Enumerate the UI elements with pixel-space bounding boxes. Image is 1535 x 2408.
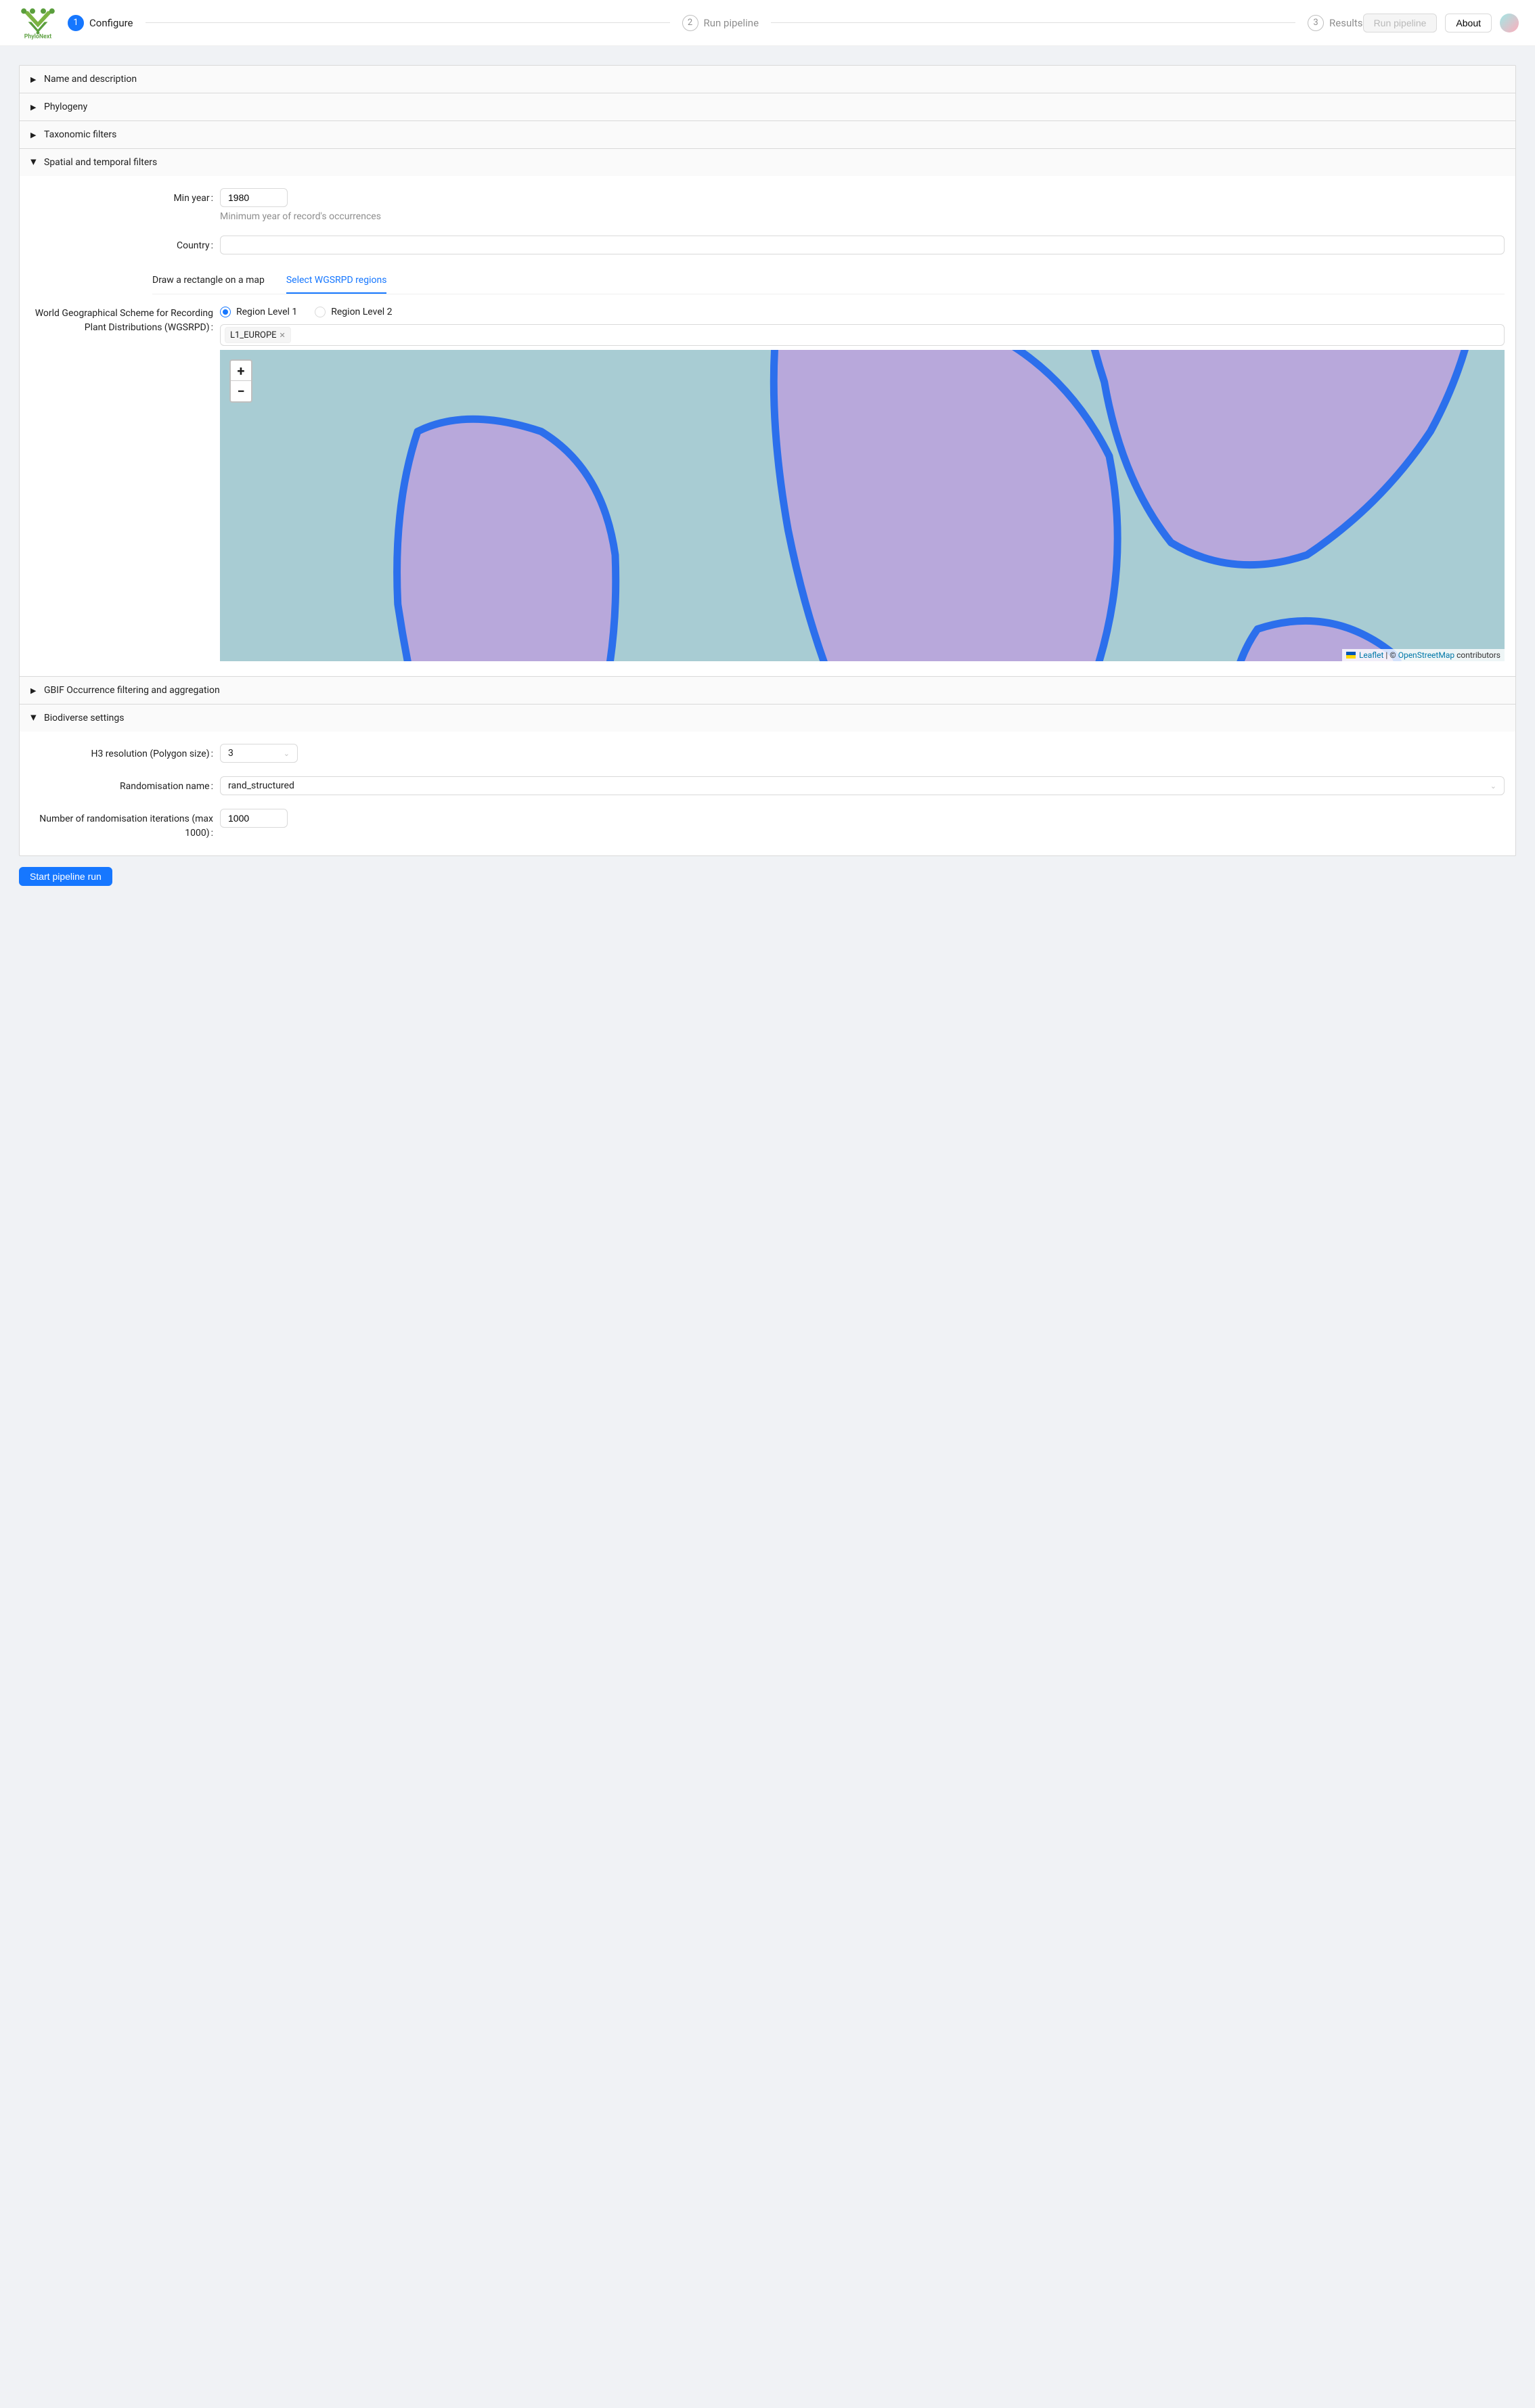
section-title: GBIF Occurrence filtering and aggregatio… [44, 685, 220, 696]
h3-resolution-select[interactable]: 3 ⌄ [220, 744, 298, 763]
step-title: Run pipeline [704, 17, 759, 29]
rand-name-label: Randomisation name [30, 776, 220, 794]
chevron-right-icon: ▶ [30, 75, 37, 84]
randomisation-name-select[interactable]: rand_structured ⌄ [220, 776, 1505, 795]
step-divider [771, 22, 1295, 23]
section-gbif: ▶ GBIF Occurrence filtering and aggregat… [20, 677, 1515, 705]
start-pipeline-button[interactable]: Start pipeline run [19, 867, 112, 886]
phylonext-logo-icon: PhyloNext [16, 6, 60, 40]
section-title: Phylogeny [44, 102, 87, 112]
map-attribution: Leaflet | © OpenStreetMap contributors [1342, 649, 1505, 661]
section-body: Min year Minimum year of record's occurr… [20, 176, 1515, 676]
section-biodiverse: ▶ Biodiverse settings H3 resolution (Pol… [20, 705, 1515, 855]
chevron-right-icon: ▶ [30, 686, 37, 695]
section-phylogeny: ▶ Phylogeny [20, 93, 1515, 121]
country-row: Country [30, 236, 1505, 254]
step-configure[interactable]: 1 Configure [68, 15, 133, 31]
min-year-input[interactable] [220, 188, 288, 207]
region-level-radio-group: Region Level 1 Region Level 2 [220, 307, 1505, 317]
section-taxonomic: ▶ Taxonomic filters [20, 121, 1515, 149]
chevron-down-icon: ▶ [30, 159, 39, 166]
map-svg [220, 350, 1505, 661]
config-panel: ▶ Name and description ▶ Phylogeny ▶ Tax… [19, 65, 1516, 856]
radio-label: Region Level 1 [236, 307, 297, 317]
header-actions: Run pipeline About [1363, 14, 1519, 32]
country-input[interactable] [220, 236, 1505, 254]
chevron-down-icon: ⌄ [284, 749, 290, 758]
iterations-label: Number of randomisation iterations (max … [30, 809, 220, 841]
section-toggle[interactable]: ▶ Taxonomic filters [20, 121, 1515, 148]
map-zoom-control: + − [229, 359, 252, 403]
spatial-tabs: Draw a rectangle on a map Select WGSRPD … [152, 268, 1505, 294]
step-run-pipeline[interactable]: 2 Run pipeline [682, 15, 759, 31]
country-label: Country [30, 236, 220, 253]
run-pipeline-button[interactable]: Run pipeline [1363, 14, 1438, 32]
step-number: 1 [68, 15, 84, 31]
radio-icon [315, 307, 326, 317]
h3-resolution-row: H3 resolution (Polygon size) 3 ⌄ [30, 744, 1505, 763]
step-results[interactable]: 3 Results [1308, 15, 1363, 31]
chevron-right-icon: ▶ [30, 131, 37, 139]
start-button-wrap: Start pipeline run [19, 867, 1516, 886]
step-number: 3 [1308, 15, 1324, 31]
wgsrpd-region-select[interactable]: L1_EUROPE ✕ [220, 324, 1505, 346]
iterations-input[interactable] [220, 809, 288, 828]
leaflet-link[interactable]: Leaflet [1359, 650, 1383, 660]
section-toggle[interactable]: ▶ Spatial and temporal filters [20, 149, 1515, 176]
about-button[interactable]: About [1445, 14, 1492, 32]
section-title: Taxonomic filters [44, 129, 116, 140]
osm-link[interactable]: OpenStreetMap [1398, 650, 1454, 660]
section-toggle[interactable]: ▶ GBIF Occurrence filtering and aggregat… [20, 677, 1515, 704]
step-title: Configure [89, 17, 133, 29]
select-value: rand_structured [228, 780, 294, 791]
tab-select-wgsrpd[interactable]: Select WGSRPD regions [286, 268, 387, 294]
chevron-down-icon: ⌄ [1490, 782, 1496, 790]
section-toggle[interactable]: ▶ Name and description [20, 66, 1515, 93]
section-toggle[interactable]: ▶ Biodiverse settings [20, 705, 1515, 732]
section-title: Name and description [44, 74, 137, 85]
logo: PhyloNext [16, 6, 60, 40]
wgsrpd-label: World Geographical Scheme for Recording … [30, 307, 220, 335]
svg-text:PhyloNext: PhyloNext [24, 33, 52, 40]
wizard-steps: 1 Configure 2 Run pipeline 3 Results [68, 15, 1363, 31]
radio-region-level-1[interactable]: Region Level 1 [220, 307, 297, 317]
wgsrpd-row: World Geographical Scheme for Recording … [30, 307, 1505, 661]
randomisation-name-row: Randomisation name rand_structured ⌄ [30, 776, 1505, 795]
app-header: PhyloNext 1 Configure 2 Run pipeline 3 R… [0, 0, 1535, 46]
section-spatial: ▶ Spatial and temporal filters Min year … [20, 149, 1515, 677]
section-body: H3 resolution (Polygon size) 3 ⌄ Randomi… [20, 732, 1515, 855]
chevron-down-icon: ▶ [30, 715, 39, 721]
min-year-help: Minimum year of record's occurrences [220, 211, 1505, 222]
zoom-in-button[interactable]: + [231, 361, 251, 381]
zoom-out-button[interactable]: − [231, 381, 251, 401]
chevron-right-icon: ▶ [30, 103, 37, 112]
tag-remove-icon[interactable]: ✕ [280, 331, 286, 340]
section-title: Spatial and temporal filters [44, 157, 157, 168]
radio-icon [220, 307, 231, 317]
selected-region-tag: L1_EUROPE ✕ [225, 327, 291, 343]
ukraine-flag-icon [1346, 652, 1356, 659]
iterations-row: Number of randomisation iterations (max … [30, 809, 1505, 841]
user-avatar[interactable] [1500, 14, 1519, 32]
step-title: Results [1329, 17, 1363, 29]
section-title: Biodiverse settings [44, 713, 124, 723]
step-divider [146, 22, 670, 23]
main-container: ▶ Name and description ▶ Phylogeny ▶ Tax… [0, 46, 1535, 905]
tag-label: L1_EUROPE [230, 330, 277, 340]
section-name-description: ▶ Name and description [20, 66, 1515, 93]
step-number: 2 [682, 15, 698, 31]
min-year-label: Min year [30, 188, 220, 206]
h3-label: H3 resolution (Polygon size) [30, 744, 220, 761]
world-map[interactable]: + − Leaflet | © OpenStreetMap contributo… [220, 350, 1505, 661]
min-year-row: Min year Minimum year of record's occurr… [30, 188, 1505, 222]
radio-label: Region Level 2 [331, 307, 392, 317]
radio-region-level-2[interactable]: Region Level 2 [315, 307, 392, 317]
tab-draw-rectangle[interactable]: Draw a rectangle on a map [152, 268, 265, 294]
section-toggle[interactable]: ▶ Phylogeny [20, 93, 1515, 120]
select-value: 3 [228, 748, 233, 759]
